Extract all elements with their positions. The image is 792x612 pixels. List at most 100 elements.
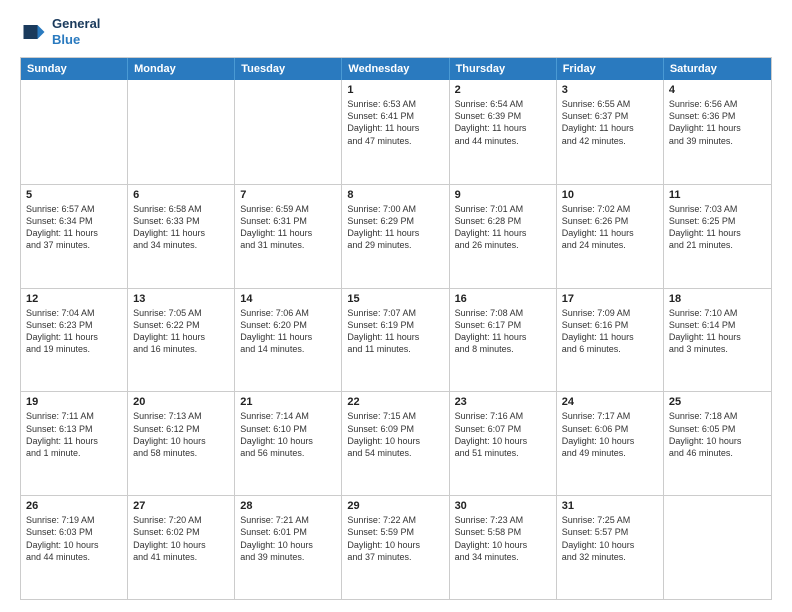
day-header-sunday: Sunday [21, 58, 128, 80]
calendar-cell-day-22: 22 Sunrise: 7:15 AM Sunset: 6:09 PM Dayli… [342, 392, 449, 495]
day-number: 23 [455, 396, 551, 408]
day-number: 14 [240, 293, 336, 305]
calendar-cell-day-13: 13 Sunrise: 7:05 AM Sunset: 6:22 PM Dayli… [128, 289, 235, 392]
calendar-row-3: 12Sunrise: 7:04 AM Sunset: 6:23 PM Dayli… [21, 288, 771, 392]
day-number: 29 [347, 500, 443, 512]
calendar-cell-day-16: 16Sunrise: 7:08 AM Sunset: 6:17 PM Dayli… [450, 289, 557, 392]
day-number: 19 [26, 396, 122, 408]
day-number: 16 [455, 293, 551, 305]
calendar-cell-day-31: 31 Sunrise: 7:25 AM Sunset: 5:57 PM Dayli… [557, 496, 664, 599]
cell-text: Sunrise: 6:59 AM Sunset: 6:31 PM Dayligh… [240, 203, 336, 252]
calendar-cell-day-17: 17 Sunrise: 7:09 AM Sunset: 6:16 PM Dayli… [557, 289, 664, 392]
calendar-cell-day-15: 15Sunrise: 7:07 AM Sunset: 6:19 PM Dayli… [342, 289, 449, 392]
cell-text: Sunrise: 7:15 AM Sunset: 6:09 PM Dayligh… [347, 410, 443, 459]
calendar-cell-day-8: 8 Sunrise: 7:00 AM Sunset: 6:29 PM Daylig… [342, 185, 449, 288]
calendar-cell-day-9: 9Sunrise: 7:01 AM Sunset: 6:28 PM Daylig… [450, 185, 557, 288]
day-number: 20 [133, 396, 229, 408]
cell-text: Sunrise: 7:01 AM Sunset: 6:28 PM Dayligh… [455, 203, 551, 252]
calendar-row-2: 5Sunrise: 6:57 AM Sunset: 6:34 PM Daylig… [21, 184, 771, 288]
page: General Blue SundayMondayTuesdayWednesda… [0, 0, 792, 612]
cell-text: Sunrise: 7:04 AM Sunset: 6:23 PM Dayligh… [26, 307, 122, 356]
calendar-cell-day-10: 10 Sunrise: 7:02 AM Sunset: 6:26 PM Dayli… [557, 185, 664, 288]
cell-text: Sunrise: 7:16 AM Sunset: 6:07 PM Dayligh… [455, 410, 551, 459]
day-number: 4 [669, 84, 766, 96]
day-number: 18 [669, 293, 766, 305]
cell-text: Sunrise: 7:07 AM Sunset: 6:19 PM Dayligh… [347, 307, 443, 356]
cell-text: Sunrise: 7:11 AM Sunset: 6:13 PM Dayligh… [26, 410, 122, 459]
day-number: 13 [133, 293, 229, 305]
cell-text: Sunrise: 6:57 AM Sunset: 6:34 PM Dayligh… [26, 203, 122, 252]
calendar-cell-day-14: 14 Sunrise: 7:06 AM Sunset: 6:20 PM Dayli… [235, 289, 342, 392]
calendar-row-1: 1 Sunrise: 6:53 AM Sunset: 6:41 PM Daylig… [21, 80, 771, 184]
day-number: 27 [133, 500, 229, 512]
calendar-cell-day-21: 21 Sunrise: 7:14 AM Sunset: 6:10 PM Dayli… [235, 392, 342, 495]
cell-text: Sunrise: 7:18 AM Sunset: 6:05 PM Dayligh… [669, 410, 766, 459]
cell-text: Sunrise: 7:00 AM Sunset: 6:29 PM Dayligh… [347, 203, 443, 252]
calendar-cell-day-11: 11 Sunrise: 7:03 AM Sunset: 6:25 PM Dayli… [664, 185, 771, 288]
day-header-thursday: Thursday [450, 58, 557, 80]
calendar-row-5: 26 Sunrise: 7:19 AM Sunset: 6:03 PM Dayli… [21, 495, 771, 599]
day-number: 2 [455, 84, 551, 96]
cell-text: Sunrise: 6:56 AM Sunset: 6:36 PM Dayligh… [669, 98, 766, 147]
cell-text: Sunrise: 6:54 AM Sunset: 6:39 PM Dayligh… [455, 98, 551, 147]
calendar-cell-day-7: 7 Sunrise: 6:59 AM Sunset: 6:31 PM Daylig… [235, 185, 342, 288]
calendar-cell-day-19: 19 Sunrise: 7:11 AM Sunset: 6:13 PM Dayli… [21, 392, 128, 495]
cell-text: Sunrise: 7:06 AM Sunset: 6:20 PM Dayligh… [240, 307, 336, 356]
cell-text: Sunrise: 7:19 AM Sunset: 6:03 PM Dayligh… [26, 514, 122, 563]
day-number: 25 [669, 396, 766, 408]
day-number: 3 [562, 84, 658, 96]
day-number: 10 [562, 189, 658, 201]
cell-text: Sunrise: 7:14 AM Sunset: 6:10 PM Dayligh… [240, 410, 336, 459]
calendar-cell-day-4: 4 Sunrise: 6:56 AM Sunset: 6:36 PM Daylig… [664, 80, 771, 184]
calendar-cell-day-24: 24 Sunrise: 7:17 AM Sunset: 6:06 PM Dayli… [557, 392, 664, 495]
cell-text: Sunrise: 7:13 AM Sunset: 6:12 PM Dayligh… [133, 410, 229, 459]
cell-text: Sunrise: 7:09 AM Sunset: 6:16 PM Dayligh… [562, 307, 658, 356]
day-number: 11 [669, 189, 766, 201]
cell-text: Sunrise: 6:53 AM Sunset: 6:41 PM Dayligh… [347, 98, 443, 147]
logo: General Blue [20, 16, 100, 47]
day-number: 8 [347, 189, 443, 201]
header: General Blue [20, 16, 772, 47]
cell-text: Sunrise: 7:21 AM Sunset: 6:01 PM Dayligh… [240, 514, 336, 563]
day-number: 26 [26, 500, 122, 512]
cell-text: Sunrise: 7:02 AM Sunset: 6:26 PM Dayligh… [562, 203, 658, 252]
cell-text: Sunrise: 6:55 AM Sunset: 6:37 PM Dayligh… [562, 98, 658, 147]
calendar-cell-day-2: 2 Sunrise: 6:54 AM Sunset: 6:39 PM Daylig… [450, 80, 557, 184]
calendar-cell-day-30: 30 Sunrise: 7:23 AM Sunset: 5:58 PM Dayli… [450, 496, 557, 599]
calendar-cell-day-12: 12Sunrise: 7:04 AM Sunset: 6:23 PM Dayli… [21, 289, 128, 392]
calendar-body: 1 Sunrise: 6:53 AM Sunset: 6:41 PM Daylig… [21, 80, 771, 599]
day-header-saturday: Saturday [664, 58, 771, 80]
calendar-cell-day-1: 1 Sunrise: 6:53 AM Sunset: 6:41 PM Daylig… [342, 80, 449, 184]
day-number: 21 [240, 396, 336, 408]
calendar-cell-day-27: 27 Sunrise: 7:20 AM Sunset: 6:02 PM Dayli… [128, 496, 235, 599]
calendar-cell-empty [128, 80, 235, 184]
day-number: 28 [240, 500, 336, 512]
day-number: 7 [240, 189, 336, 201]
day-number: 24 [562, 396, 658, 408]
day-number: 22 [347, 396, 443, 408]
day-header-friday: Friday [557, 58, 664, 80]
cell-text: Sunrise: 7:17 AM Sunset: 6:06 PM Dayligh… [562, 410, 658, 459]
calendar-cell-day-28: 28 Sunrise: 7:21 AM Sunset: 6:01 PM Dayli… [235, 496, 342, 599]
cell-text: Sunrise: 7:05 AM Sunset: 6:22 PM Dayligh… [133, 307, 229, 356]
calendar-cell-day-18: 18Sunrise: 7:10 AM Sunset: 6:14 PM Dayli… [664, 289, 771, 392]
cell-text: Sunrise: 7:03 AM Sunset: 6:25 PM Dayligh… [669, 203, 766, 252]
calendar: SundayMondayTuesdayWednesdayThursdayFrid… [20, 57, 772, 600]
calendar-cell-day-26: 26 Sunrise: 7:19 AM Sunset: 6:03 PM Dayli… [21, 496, 128, 599]
cell-text: Sunrise: 7:20 AM Sunset: 6:02 PM Dayligh… [133, 514, 229, 563]
day-header-monday: Monday [128, 58, 235, 80]
day-header-tuesday: Tuesday [235, 58, 342, 80]
cell-text: Sunrise: 7:23 AM Sunset: 5:58 PM Dayligh… [455, 514, 551, 563]
calendar-cell-empty [664, 496, 771, 599]
day-number: 1 [347, 84, 443, 96]
day-number: 6 [133, 189, 229, 201]
day-header-wednesday: Wednesday [342, 58, 449, 80]
cell-text: Sunrise: 7:25 AM Sunset: 5:57 PM Dayligh… [562, 514, 658, 563]
calendar-header: SundayMondayTuesdayWednesdayThursdayFrid… [21, 58, 771, 80]
calendar-cell-empty [21, 80, 128, 184]
logo-icon [20, 18, 48, 46]
day-number: 17 [562, 293, 658, 305]
day-number: 30 [455, 500, 551, 512]
day-number: 31 [562, 500, 658, 512]
cell-text: Sunrise: 6:58 AM Sunset: 6:33 PM Dayligh… [133, 203, 229, 252]
